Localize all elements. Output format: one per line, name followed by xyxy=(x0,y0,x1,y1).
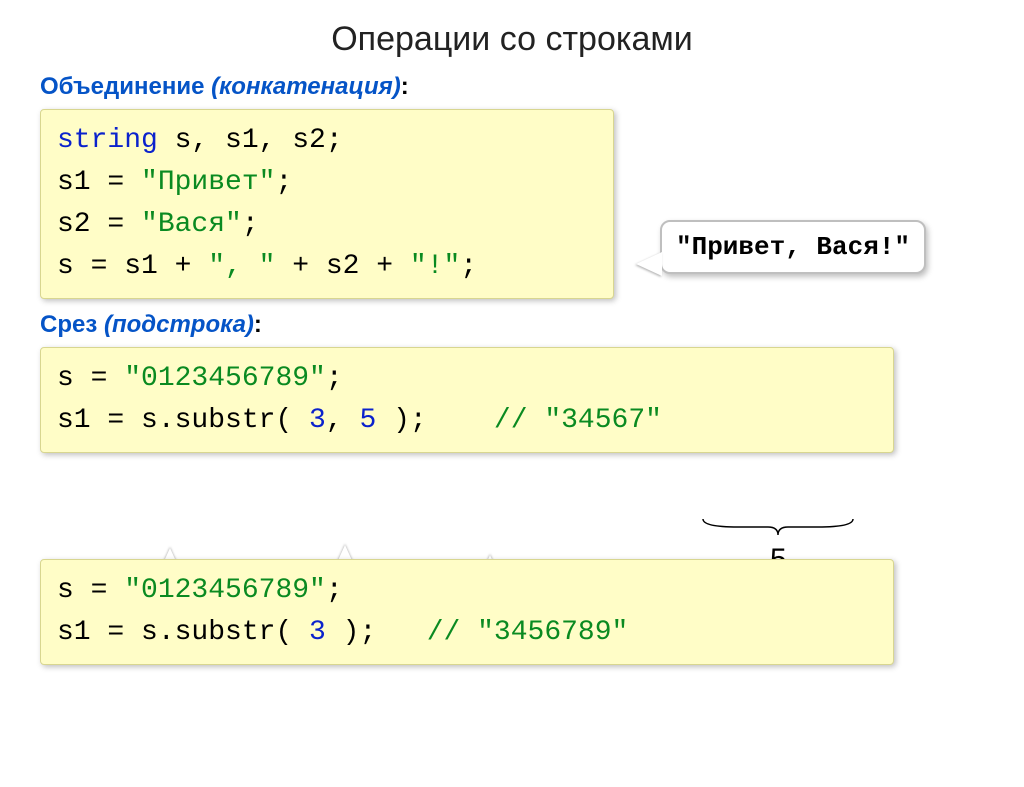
code-text: s1 = xyxy=(57,167,141,198)
keyword-string: string xyxy=(57,125,158,156)
code-text: ); xyxy=(376,405,426,436)
code-text: s1 = s.substr( xyxy=(57,405,309,436)
code-spacing xyxy=(427,405,494,436)
code-line-1: s = "0123456789"; xyxy=(57,570,877,612)
code-block-slice-2: s = "0123456789"; s1 = s.substr( 3 ); //… xyxy=(40,559,894,665)
section-slice-label: Срез (подстрока): xyxy=(40,311,1024,339)
code-block-slice-1: s = "0123456789"; s1 = s.substr( 3, 5 );… xyxy=(40,347,894,453)
section2-italic: (подстрока) xyxy=(104,311,254,338)
code-spacing xyxy=(376,617,426,648)
callout-tail-icon xyxy=(636,252,662,276)
code-line-2: s1 = "Привет"; xyxy=(57,162,597,204)
callout-result: "Привет, Вася!" xyxy=(660,220,926,274)
section1-bold: Объединение xyxy=(40,73,204,100)
code-text: ; xyxy=(326,363,343,394)
string-literal: "Вася" xyxy=(141,209,242,240)
code-line-2: s1 = s.substr( 3, 5 ); // "34567" xyxy=(57,400,877,442)
string-literal: "0123456789" xyxy=(124,363,326,394)
callout-result-text: "Привет, Вася!" xyxy=(676,232,910,262)
code-text: + s2 + xyxy=(275,251,409,282)
code-line-1: s = "0123456789"; xyxy=(57,358,877,400)
string-literal: "Привет" xyxy=(141,167,275,198)
code-text: s = xyxy=(57,363,124,394)
string-literal: ", " xyxy=(208,251,275,282)
code-text: ; xyxy=(460,251,477,282)
comment: // "3456789" xyxy=(427,617,629,648)
code-text: ); xyxy=(326,617,376,648)
code-line-2: s1 = s.substr( 3 ); // "3456789" xyxy=(57,612,877,654)
number-literal: 3 xyxy=(309,617,326,648)
code-text: ; xyxy=(242,209,259,240)
section2-bold: Срез xyxy=(40,311,97,338)
underbrace-icon xyxy=(698,517,858,541)
string-literal: "0123456789" xyxy=(124,575,326,606)
code-text: s1 = s.substr( xyxy=(57,617,309,648)
code-text: s = s1 + xyxy=(57,251,208,282)
comment: // "34567" xyxy=(494,405,662,436)
code-text: s2 = xyxy=(57,209,141,240)
section1-colon: : xyxy=(401,73,409,100)
section2-colon: : xyxy=(254,311,262,338)
code-text: ; xyxy=(275,167,292,198)
code-text: s, s1, s2; xyxy=(158,125,343,156)
code-block-concat: string s, s1, s2; s1 = "Привет"; s2 = "В… xyxy=(40,109,614,299)
code-line-4: s = s1 + ", " + s2 + "!"; xyxy=(57,246,597,288)
number-literal: 5 xyxy=(359,405,376,436)
code-line-1: string s, s1, s2; xyxy=(57,120,597,162)
code-line-3: s2 = "Вася"; xyxy=(57,204,597,246)
code-text: , xyxy=(326,405,360,436)
code-text: s = xyxy=(57,575,124,606)
string-literal: "!" xyxy=(410,251,460,282)
number-literal: 3 xyxy=(309,405,326,436)
section-concat-label: Объединение (конкатенация): xyxy=(40,73,1024,101)
section1-italic: (конкатенация) xyxy=(211,73,401,100)
slide-title: Операции со строками xyxy=(0,20,1024,59)
code-text: ; xyxy=(326,575,343,606)
